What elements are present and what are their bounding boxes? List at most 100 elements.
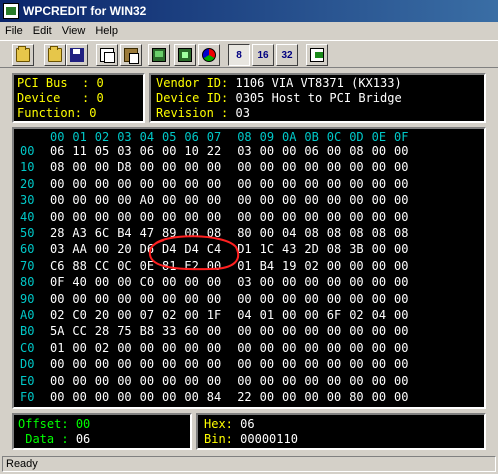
- hex-byte-cell[interactable]: 00: [372, 194, 392, 207]
- hex-byte-cell[interactable]: 00: [372, 276, 392, 289]
- color-button[interactable]: [198, 44, 220, 66]
- hex-byte-cell[interactable]: 00: [117, 177, 137, 191]
- hex-byte-cell[interactable]: 0C: [117, 259, 137, 273]
- hex-byte-cell[interactable]: 00: [394, 161, 414, 174]
- hex-byte-cell[interactable]: CC: [72, 325, 92, 338]
- hex-byte-cell[interactable]: 28: [95, 325, 115, 338]
- hex-byte-cell[interactable]: 00: [140, 374, 160, 388]
- hex-byte-cell[interactable]: 08: [50, 161, 70, 174]
- hex-byte-cell[interactable]: 08: [394, 227, 414, 240]
- hex-byte-cell[interactable]: 00: [304, 210, 324, 224]
- hex-byte-cell[interactable]: AA: [72, 243, 92, 256]
- hex-byte-cell[interactable]: 00: [237, 358, 257, 371]
- hex-byte-cell[interactable]: 00: [117, 194, 137, 207]
- hex-byte-cell[interactable]: 89: [162, 227, 182, 240]
- hex-byte-cell[interactable]: 00: [327, 161, 347, 174]
- hex-byte-cell[interactable]: D4: [184, 243, 204, 256]
- hex-byte-cell[interactable]: 00: [117, 391, 137, 404]
- hex-byte-cell[interactable]: 00: [394, 358, 414, 371]
- hex-byte-cell[interactable]: 00: [140, 341, 160, 355]
- hex-byte-cell[interactable]: 00: [349, 161, 369, 174]
- hex-byte-cell[interactable]: 00: [394, 341, 414, 355]
- hex-byte-cell[interactable]: 00: [72, 210, 92, 224]
- hex-byte-cell[interactable]: 00: [304, 161, 324, 174]
- hex-byte-cell[interactable]: 00: [327, 259, 347, 273]
- hex-byte-cell[interactable]: 00: [349, 276, 369, 289]
- hex-byte-cell[interactable]: 00: [304, 341, 324, 355]
- hex-byte-cell[interactable]: 00: [327, 325, 347, 338]
- menu-edit[interactable]: Edit: [28, 25, 57, 37]
- menu-file[interactable]: File: [0, 25, 28, 37]
- hex-byte-cell[interactable]: 00: [327, 210, 347, 224]
- hex-byte-cell[interactable]: 00: [394, 276, 414, 289]
- hex-byte-cell[interactable]: 00: [117, 210, 137, 224]
- hex-byte-cell[interactable]: 00: [394, 259, 414, 273]
- hex-byte-cell[interactable]: 00: [95, 161, 115, 174]
- hex-byte-cell[interactable]: 00: [117, 374, 137, 388]
- hex-byte-cell[interactable]: 00: [349, 374, 369, 388]
- hex-byte-cell[interactable]: 00: [372, 341, 392, 355]
- hex-byte-cell[interactable]: B8: [140, 325, 160, 338]
- save-button[interactable]: [66, 44, 88, 66]
- hex-byte-cell[interactable]: 08: [372, 227, 392, 240]
- hex-byte-cell[interactable]: 00: [282, 177, 302, 191]
- hex-byte-cell[interactable]: 00: [282, 325, 302, 338]
- hex-byte-cell[interactable]: 00: [237, 161, 257, 174]
- hex-byte-cell[interactable]: 00: [394, 145, 414, 158]
- hex-byte-cell[interactable]: 2D: [304, 243, 324, 256]
- hex-byte-cell[interactable]: 00: [372, 358, 392, 371]
- menu-help[interactable]: Help: [90, 25, 123, 37]
- hex-byte-cell[interactable]: 03: [237, 145, 257, 158]
- hex-byte-cell[interactable]: 02: [50, 309, 70, 322]
- hex-byte-cell[interactable]: 00: [282, 276, 302, 289]
- hex-byte-cell[interactable]: 00: [184, 210, 204, 224]
- hex-byte-cell[interactable]: C0: [72, 309, 92, 322]
- hex-byte-cell[interactable]: 00: [237, 292, 257, 306]
- hex-byte-cell[interactable]: 00: [95, 177, 115, 191]
- hex-byte-cell[interactable]: 00: [260, 276, 280, 289]
- hex-byte-cell[interactable]: 00: [304, 194, 324, 207]
- hex-byte-cell[interactable]: 00: [372, 259, 392, 273]
- hex-byte-cell[interactable]: 00: [162, 145, 182, 158]
- hex-byte-cell[interactable]: 60: [184, 325, 204, 338]
- hex-byte-cell[interactable]: D1: [237, 243, 257, 256]
- hex-byte-cell[interactable]: 00: [304, 374, 324, 388]
- hex-byte-cell[interactable]: 03: [50, 243, 70, 256]
- hex-byte-cell[interactable]: 00: [140, 292, 160, 306]
- hex-byte-cell[interactable]: 00: [260, 227, 280, 240]
- hex-byte-cell[interactable]: 00: [72, 194, 92, 207]
- hex-byte-cell[interactable]: 00: [304, 391, 324, 404]
- hex-byte-cell[interactable]: 00: [95, 243, 115, 256]
- hex-byte-cell[interactable]: 00: [394, 210, 414, 224]
- hex-byte-cell[interactable]: 00: [184, 341, 204, 355]
- hex-byte-cell[interactable]: 00: [349, 194, 369, 207]
- hex-byte-cell[interactable]: 00: [394, 325, 414, 338]
- hex-byte-cell[interactable]: 00: [162, 358, 182, 371]
- hex-byte-cell[interactable]: 19: [282, 259, 302, 273]
- hex-byte-cell[interactable]: 02: [304, 259, 324, 273]
- hex-byte-cell[interactable]: 00: [162, 374, 182, 388]
- hex-byte-cell[interactable]: 00: [117, 276, 137, 289]
- hex-byte-cell[interactable]: 00: [349, 325, 369, 338]
- hex-byte-cell[interactable]: 00: [260, 391, 280, 404]
- hex-byte-cell[interactable]: 00: [95, 374, 115, 388]
- hex-byte-cell[interactable]: 00: [95, 358, 115, 371]
- hex-byte-cell[interactable]: 00: [394, 292, 414, 306]
- hex-byte-cell[interactable]: 00: [372, 161, 392, 174]
- hex-byte-cell[interactable]: 00: [184, 276, 204, 289]
- hex-byte-cell[interactable]: 00: [207, 161, 227, 174]
- hex-byte-cell[interactable]: 00: [162, 276, 182, 289]
- width-32-button[interactable]: 32: [276, 44, 298, 66]
- hex-byte-cell[interactable]: 00: [72, 341, 92, 355]
- hex-byte-cell[interactable]: C6: [50, 259, 70, 273]
- hex-byte-cell[interactable]: 3B: [349, 243, 369, 256]
- hex-byte-cell[interactable]: 00: [282, 161, 302, 174]
- hex-byte-cell[interactable]: 00: [184, 309, 204, 322]
- hex-byte-cell[interactable]: 6F: [327, 309, 347, 322]
- hex-byte-cell[interactable]: 00: [327, 276, 347, 289]
- hex-byte-cell[interactable]: D8: [117, 161, 137, 174]
- hex-byte-cell[interactable]: 00: [184, 161, 204, 174]
- hex-byte-cell[interactable]: 00: [184, 374, 204, 388]
- hex-byte-cell[interactable]: 00: [349, 292, 369, 306]
- hex-byte-cell[interactable]: E2: [184, 259, 204, 273]
